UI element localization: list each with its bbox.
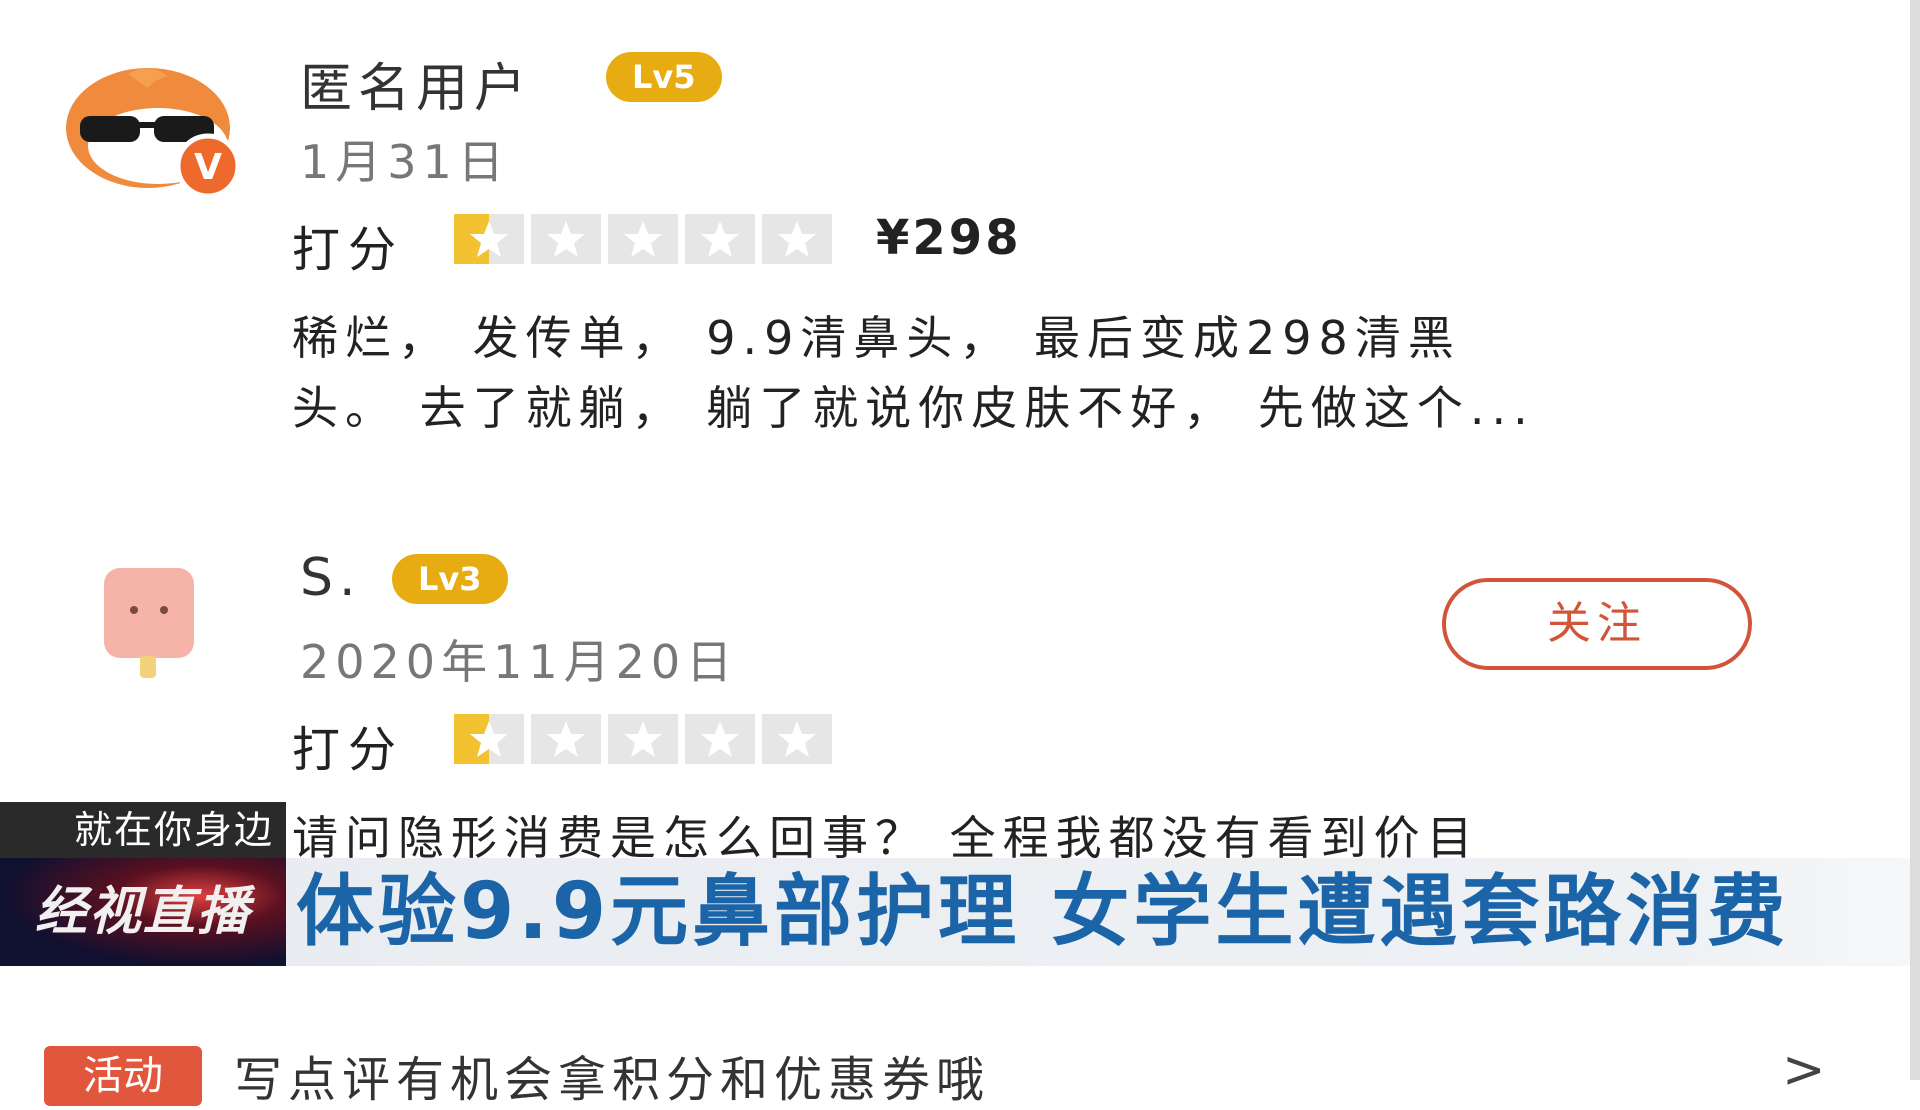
user-avatar[interactable]: [100, 566, 200, 678]
level-badge: Lv5: [606, 52, 722, 102]
review-date: 1月31日: [300, 135, 510, 189]
star-icon: [608, 214, 678, 264]
score-label: 打分: [292, 722, 405, 778]
star-icon: [762, 214, 832, 264]
username[interactable]: S.: [300, 548, 362, 608]
star-icon: [762, 714, 832, 764]
channel-logo: 经视直播: [0, 858, 286, 966]
star-rating: [454, 214, 832, 264]
user-avatar[interactable]: V: [58, 66, 258, 199]
review-text-line: 头。 去了就躺， 躺了就说你皮肤不好， 先做这个...: [292, 381, 1535, 435]
star-icon: [531, 214, 601, 264]
activity-badge: 活动: [44, 1046, 202, 1106]
level-badge: Lv3: [392, 554, 508, 604]
username[interactable]: 匿名用户: [300, 46, 532, 121]
star-icon: [685, 214, 755, 264]
orange-sunglasses-avatar-icon: V: [66, 68, 241, 199]
star-rating: [454, 714, 832, 764]
svg-text:V: V: [194, 147, 222, 188]
headline-text: 体验9.9元鼻部护理 女学生遭遇套路消费: [296, 867, 1790, 957]
popsicle-avatar-icon: [104, 568, 194, 678]
star-icon: [531, 714, 601, 764]
follow-button[interactable]: 关注: [1442, 578, 1752, 670]
star-icon: [608, 714, 678, 764]
activity-text[interactable]: 写点评有机会拿积分和优惠券哦: [234, 1040, 990, 1110]
score-label: 打分: [292, 222, 405, 278]
price: ¥298: [876, 210, 1022, 266]
scrollbar[interactable]: [1910, 0, 1920, 1080]
review-text-line: 稀烂， 发传单， 9.9清鼻头， 最后变成298清黑: [292, 311, 1461, 365]
channel-tag: 就在你身边: [0, 802, 286, 858]
chevron-right-icon[interactable]: >: [1782, 1040, 1826, 1100]
star-icon: [454, 714, 524, 764]
star-icon: [685, 714, 755, 764]
star-icon: [454, 214, 524, 264]
review-date: 2020年11月20日: [300, 635, 739, 689]
review-text[interactable]: 稀烂， 发传单， 9.9清鼻头， 最后变成298清黑 头。 去了就躺， 躺了就说…: [292, 303, 1535, 443]
